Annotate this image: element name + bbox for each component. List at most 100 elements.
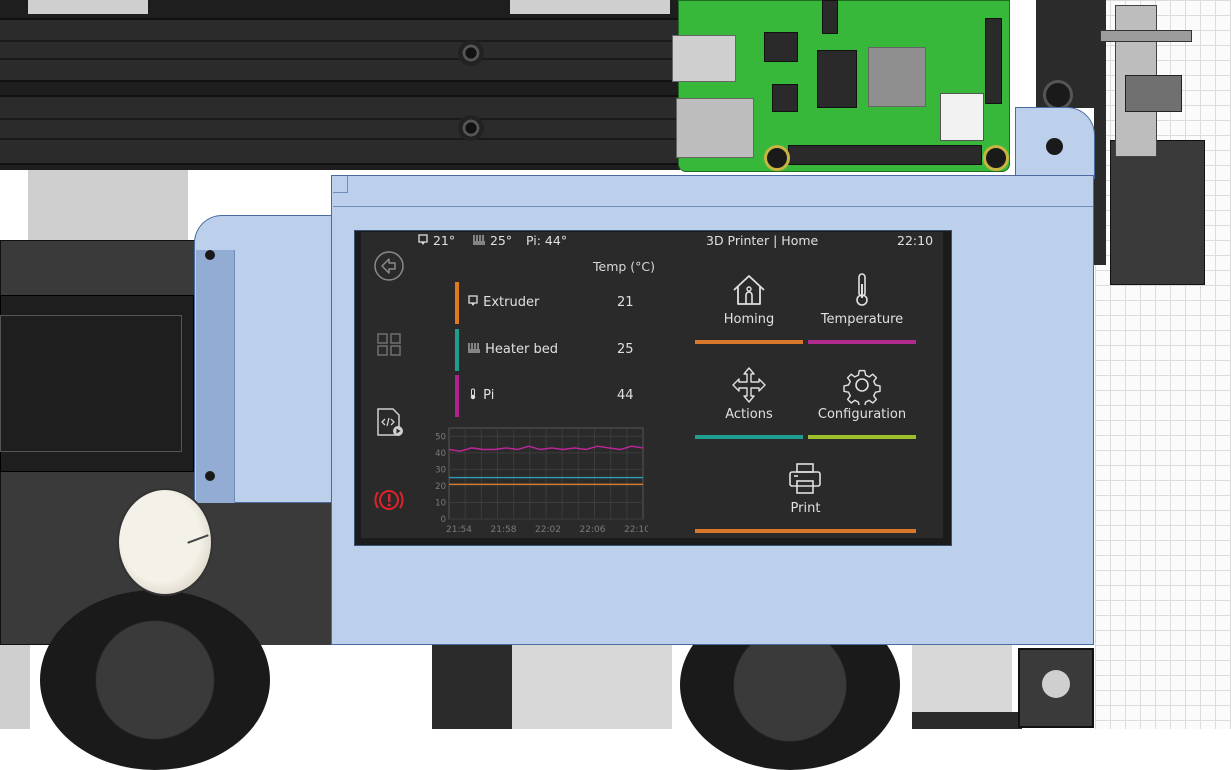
status-bed-temp: 25°	[489, 233, 513, 248]
tile-actions[interactable]: Actions	[695, 361, 803, 451]
mount-hole	[764, 145, 790, 171]
motor-block	[1110, 140, 1205, 285]
tile-label: Actions	[725, 407, 773, 422]
y-tick-label: 50	[435, 432, 446, 442]
gear-icon	[843, 369, 881, 405]
sensors-header: Temp (°C)	[593, 259, 656, 274]
tile-label: Configuration	[817, 407, 907, 422]
coupler	[1125, 75, 1182, 112]
printer-icon	[789, 463, 821, 494]
sensor-value: 21	[617, 295, 634, 310]
case-screw-hole	[1046, 138, 1063, 155]
extrusion	[912, 712, 1022, 729]
sensor-label: Heater bed	[485, 342, 558, 357]
tile-color-bar	[695, 529, 916, 533]
usb-port	[672, 35, 736, 82]
ribbon-connector	[822, 0, 838, 34]
extrusion	[432, 645, 512, 729]
back-button[interactable]	[373, 250, 405, 282]
heater-bed-icon	[468, 343, 480, 353]
status-bed: 25°	[472, 233, 512, 248]
sensor-label: Pi	[483, 388, 495, 403]
clock: 22:10	[897, 233, 934, 248]
gcode-files-button[interactable]	[373, 406, 405, 438]
tile-label: Homing	[723, 312, 775, 327]
wifi-module	[940, 93, 984, 141]
tile-configuration[interactable]: Configuration	[808, 361, 916, 451]
sensor-extruder[interactable]: Extruder	[467, 295, 539, 310]
bracket-plate	[1100, 30, 1192, 42]
case-corner-mark	[333, 176, 348, 193]
heater-bed-icon	[473, 235, 485, 245]
tile-label: Temperature	[820, 312, 904, 327]
status-extruder: 21°	[417, 233, 455, 248]
printer-screen: 21° 25° Pi: 44° 3D Printer | Home 22:10 …	[361, 232, 943, 538]
x-tick-label: 22:10	[624, 525, 648, 535]
grid-icon	[377, 333, 401, 356]
tile-color-bar	[695, 340, 803, 344]
tile-temperature[interactable]: Temperature	[808, 266, 916, 356]
tile-print[interactable]: Print	[695, 455, 916, 538]
wheel	[40, 590, 270, 770]
y-tick-label: 0	[441, 515, 446, 525]
tile-color-bar	[808, 340, 916, 344]
frame-gap	[0, 645, 30, 729]
back-arrow-icon	[374, 251, 404, 281]
sensor-pi[interactable]: Pi	[467, 388, 494, 403]
soc-chip	[868, 47, 926, 107]
frame-gap	[510, 0, 670, 14]
ram-chip	[817, 50, 857, 108]
y-tick-label: 40	[435, 449, 446, 459]
gpio-header	[788, 145, 982, 165]
emergency-stop-button[interactable]	[373, 484, 405, 516]
temperature-chart: 50 40 30 20 10 021:54 21:58 22:02 22:06 22:10	[435, 427, 648, 535]
rail-groove	[0, 40, 680, 42]
extruder-icon	[468, 295, 478, 306]
rail-groove	[0, 118, 680, 120]
sensor-value: 44	[617, 388, 634, 403]
y-tick-label: 30	[435, 465, 446, 475]
y-tick-label: 20	[435, 482, 446, 492]
frame-gap	[512, 645, 672, 729]
sensor-color-bar	[455, 375, 459, 417]
home-icon	[733, 275, 765, 305]
case-screw-hole	[205, 250, 215, 260]
x-tick-label: 22:02	[535, 525, 561, 535]
x-tick-label: 21:54	[446, 525, 472, 535]
gcode-file-icon	[377, 408, 403, 436]
sensor-heater-bed[interactable]: Heater bed	[467, 342, 558, 357]
chip	[772, 84, 798, 112]
x-tick-label: 21:58	[491, 525, 517, 535]
x-tick-label: 22:06	[580, 525, 606, 535]
thermometer-icon	[856, 273, 868, 306]
screw	[458, 115, 484, 141]
rail-groove	[0, 138, 680, 140]
page-title: 3D Printer | Home	[706, 233, 819, 248]
display-connector	[985, 18, 1002, 104]
tile-color-bar	[808, 435, 916, 439]
screw-hole	[1043, 80, 1073, 110]
case-edge-line	[333, 206, 1093, 207]
rotary-knob	[117, 488, 213, 596]
side-panel-inset	[0, 315, 182, 452]
sensor-color-bar	[455, 329, 459, 371]
tile-color-bar	[695, 435, 803, 439]
tile-homing[interactable]: Homing	[695, 266, 803, 356]
case-screw-hole	[205, 471, 215, 481]
move-arrows-icon	[732, 367, 766, 403]
status-extruder-temp: 21°	[432, 233, 456, 248]
sensor-color-bar	[455, 282, 459, 324]
menu-grid-button[interactable]	[373, 328, 405, 360]
mount-hole	[983, 145, 1009, 171]
corner-extrusion	[1018, 648, 1094, 728]
screw	[458, 40, 484, 66]
emergency-stop-icon	[374, 490, 404, 510]
rail-lower	[0, 95, 680, 165]
frame-gap	[28, 170, 188, 240]
chip	[764, 32, 798, 62]
sensor-label: Extruder	[483, 295, 540, 310]
rail-groove	[0, 58, 680, 60]
extruder-icon	[418, 234, 428, 245]
tile-label: Print	[790, 501, 821, 516]
thermometer-icon	[470, 388, 476, 400]
